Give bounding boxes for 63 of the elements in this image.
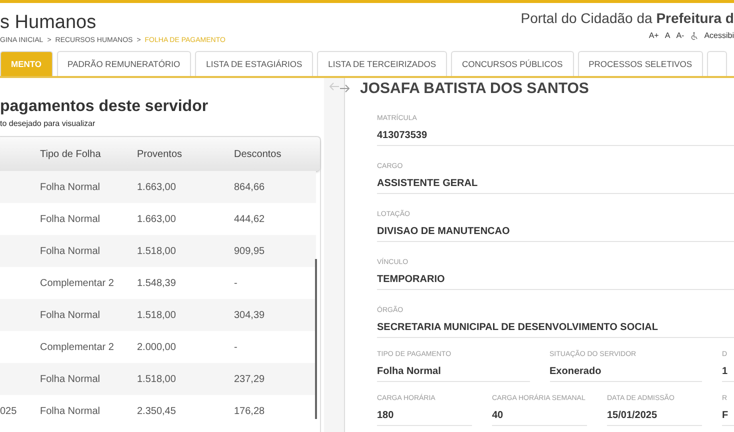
table-cell-text: 1.518,00 <box>137 310 177 320</box>
table-cell-text: Folha Normal <box>40 182 102 192</box>
nav-tab[interactable]: CONCURSOS PÚBLICOS <box>451 51 574 76</box>
table-row[interactable]: Folha Normal 1.663,00 864,66 <box>0 171 316 203</box>
table-row[interactable]: Folha Normal 1.518,00 909,95 <box>0 235 316 267</box>
table-cell-text: 1.518,00 <box>137 246 177 256</box>
table-cell-text: 1.663,00 <box>137 214 177 224</box>
accessibility-icon <box>690 32 698 40</box>
nav-tab[interactable]: PADRÃO REMUNERATÓRIO <box>56 51 192 76</box>
field-value: TEMPORARIO <box>377 274 446 285</box>
field-value: 180 <box>377 410 395 421</box>
nav-tab[interactable]: LISTA DE TERCEIRIZADOS <box>317 51 448 76</box>
table-cell-text: 237,29 <box>234 374 266 384</box>
table-cell-text: Folha Normal <box>40 246 102 256</box>
table-cell-text: 176,28 <box>234 406 266 416</box>
table-cell-text: Folha Normal <box>40 310 102 320</box>
table-cell-text: 1.518,00 <box>137 374 177 384</box>
table-cell-text: Complementar 2 <box>40 342 115 352</box>
field-value: 40 <box>492 410 504 421</box>
font-size-control[interactable]: A <box>664 31 670 40</box>
table-cell-text: 909,95 <box>234 246 266 256</box>
table-row[interactable]: Folha Normal 1.518,00 304,39 <box>0 299 316 331</box>
nav-tab[interactable]: PROCESSOS SELETIVOS <box>578 51 704 76</box>
field-value: Exonerado <box>550 366 602 377</box>
accessibility-link[interactable]: Acessibi <box>704 31 734 40</box>
table-cell-text: - <box>234 342 238 352</box>
table-cell-text: 1.548,39 <box>137 278 177 288</box>
section-title: pagamentos deste servidor <box>0 98 210 116</box>
field-value: Folha Normal <box>377 366 442 377</box>
font-size-control[interactable]: A+ <box>648 31 659 40</box>
column-header: Tipo de Folha <box>40 148 102 160</box>
table-cell-text: Folha Normal <box>40 374 102 384</box>
right-arrow-icon[interactable] <box>339 84 350 92</box>
field-value: 1 <box>722 366 729 377</box>
scrollbar[interactable] <box>315 259 317 419</box>
table-cell-text: 304,39 <box>234 310 266 320</box>
employee-name: JOSAFA BATISTA DOS SANTOS <box>360 80 589 96</box>
table-cell-text: 864,66 <box>234 182 266 192</box>
table-cell-text: Folha Normal <box>40 406 102 416</box>
nav-tab[interactable]: LISTA DE ESTAGIÁRIOS <box>195 51 314 76</box>
table-cell-text: 444,62 <box>234 214 266 224</box>
field-value: F <box>722 410 730 421</box>
portal-title: Portal do Cidadão da Prefeitura d <box>520 10 734 26</box>
column-header: Proventos <box>137 148 184 160</box>
section-subtitle: to desejado para visualizar <box>0 119 96 128</box>
table-cell-text: Complementar 2 <box>40 278 115 288</box>
field-value: SECRETARIA MUNICIPAL DE DESENVOLVIMENTO SOCIAL <box>377 322 659 333</box>
table-cell-text: Folha Normal <box>40 214 102 224</box>
left-arrow-icon[interactable] <box>328 82 340 91</box>
column-header: Descontos <box>234 148 282 160</box>
page-title: s Humanos <box>0 12 98 34</box>
field-value: 15/01/2025 <box>607 410 658 421</box>
table-cell-text: - <box>234 278 238 288</box>
field-value: DIVISAO DE MANUTENCAO <box>377 226 511 237</box>
table-cell-text: 2.000,00 <box>137 342 177 352</box>
table-cell-text: 2.350,45 <box>137 406 177 416</box>
font-size-control[interactable]: A- <box>676 31 684 40</box>
field-value: 413073539 <box>377 130 428 141</box>
table-row[interactable]: Folha Normal 1.518,00 237,29 <box>0 363 316 395</box>
table-cell-text: 025 <box>0 406 18 416</box>
field-value: ASSISTENTE GERAL <box>377 178 479 189</box>
table-cell-text: 1.663,00 <box>137 182 177 192</box>
nav-tab[interactable] <box>707 51 728 76</box>
